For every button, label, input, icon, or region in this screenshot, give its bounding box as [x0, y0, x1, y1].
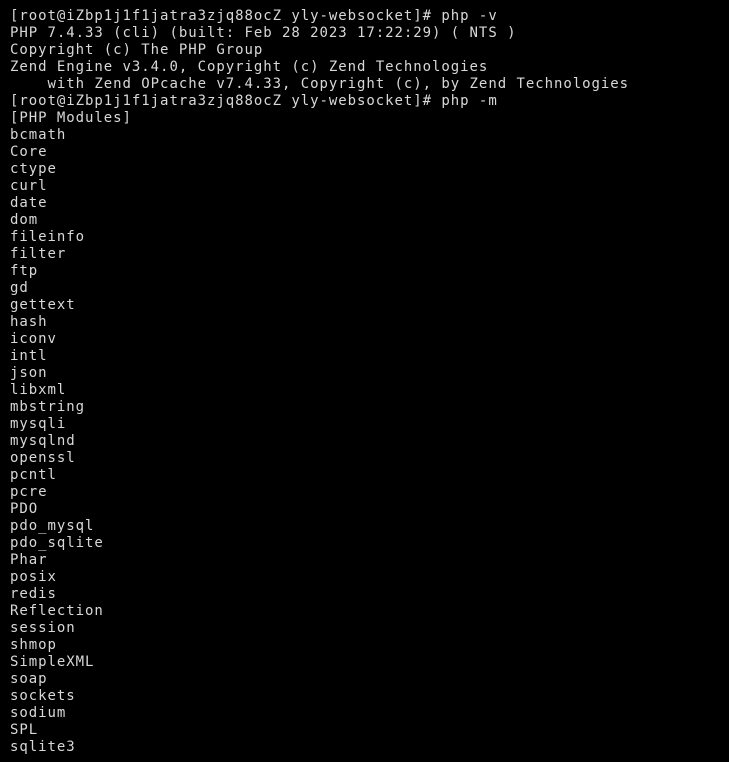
terminal-line: Zend Engine v3.4.0, Copyright (c) Zend T…	[10, 59, 489, 75]
terminal-line: shmop	[10, 637, 57, 653]
terminal-line: pcre	[10, 484, 48, 500]
terminal-line: mysqlnd	[10, 433, 76, 449]
terminal-line: ftp	[10, 263, 39, 279]
terminal-line: Core	[10, 144, 48, 160]
terminal-line: sockets	[10, 688, 76, 704]
terminal-line: redis	[10, 586, 57, 602]
terminal-line: PDO	[10, 501, 39, 517]
terminal-line: SPL	[10, 722, 39, 738]
terminal-line: fileinfo	[10, 229, 86, 245]
terminal-line: posix	[10, 569, 57, 585]
terminal-line: date	[10, 195, 48, 211]
terminal-line: sodium	[10, 705, 67, 721]
terminal-line: [PHP Modules]	[10, 110, 132, 126]
terminal-line: PHP 7.4.33 (cli) (built: Feb 28 2023 17:…	[10, 25, 517, 41]
terminal-line: SimpleXML	[10, 654, 95, 670]
terminal-line: mbstring	[10, 399, 86, 415]
terminal-line: openssl	[10, 450, 76, 466]
terminal-line: sqlite3	[10, 739, 76, 755]
terminal-line: filter	[10, 246, 67, 262]
terminal-line: intl	[10, 348, 48, 364]
terminal-line: Phar	[10, 552, 48, 568]
terminal-line: bcmath	[10, 127, 67, 143]
terminal-line: ctype	[10, 161, 57, 177]
terminal-line: [root@iZbp1j1f1jatra3zjq88ocZ yly-websoc…	[10, 93, 498, 109]
terminal-line: json	[10, 365, 48, 381]
terminal-line: session	[10, 620, 76, 636]
terminal-line: hash	[10, 314, 48, 330]
terminal-line: soap	[10, 671, 48, 687]
terminal-line: Reflection	[10, 603, 104, 619]
terminal-line: pdo_sqlite	[10, 535, 104, 551]
terminal-line: gettext	[10, 297, 76, 313]
terminal-line: libxml	[10, 382, 67, 398]
terminal-line: mysqli	[10, 416, 67, 432]
terminal-line: iconv	[10, 331, 57, 347]
terminal-line: dom	[10, 212, 39, 228]
terminal-line: pdo_mysql	[10, 518, 95, 534]
terminal-line: gd	[10, 280, 29, 296]
terminal-line: curl	[10, 178, 48, 194]
terminal-line: Copyright (c) The PHP Group	[10, 42, 264, 58]
terminal-output-pane[interactable]: [root@iZbp1j1f1jatra3zjq88ocZ yly-websoc…	[0, 0, 729, 762]
terminal-line: [root@iZbp1j1f1jatra3zjq88ocZ yly-websoc…	[10, 8, 498, 24]
terminal-line: with Zend OPcache v7.4.33, Copyright (c)…	[10, 76, 629, 92]
terminal-line: pcntl	[10, 467, 57, 483]
